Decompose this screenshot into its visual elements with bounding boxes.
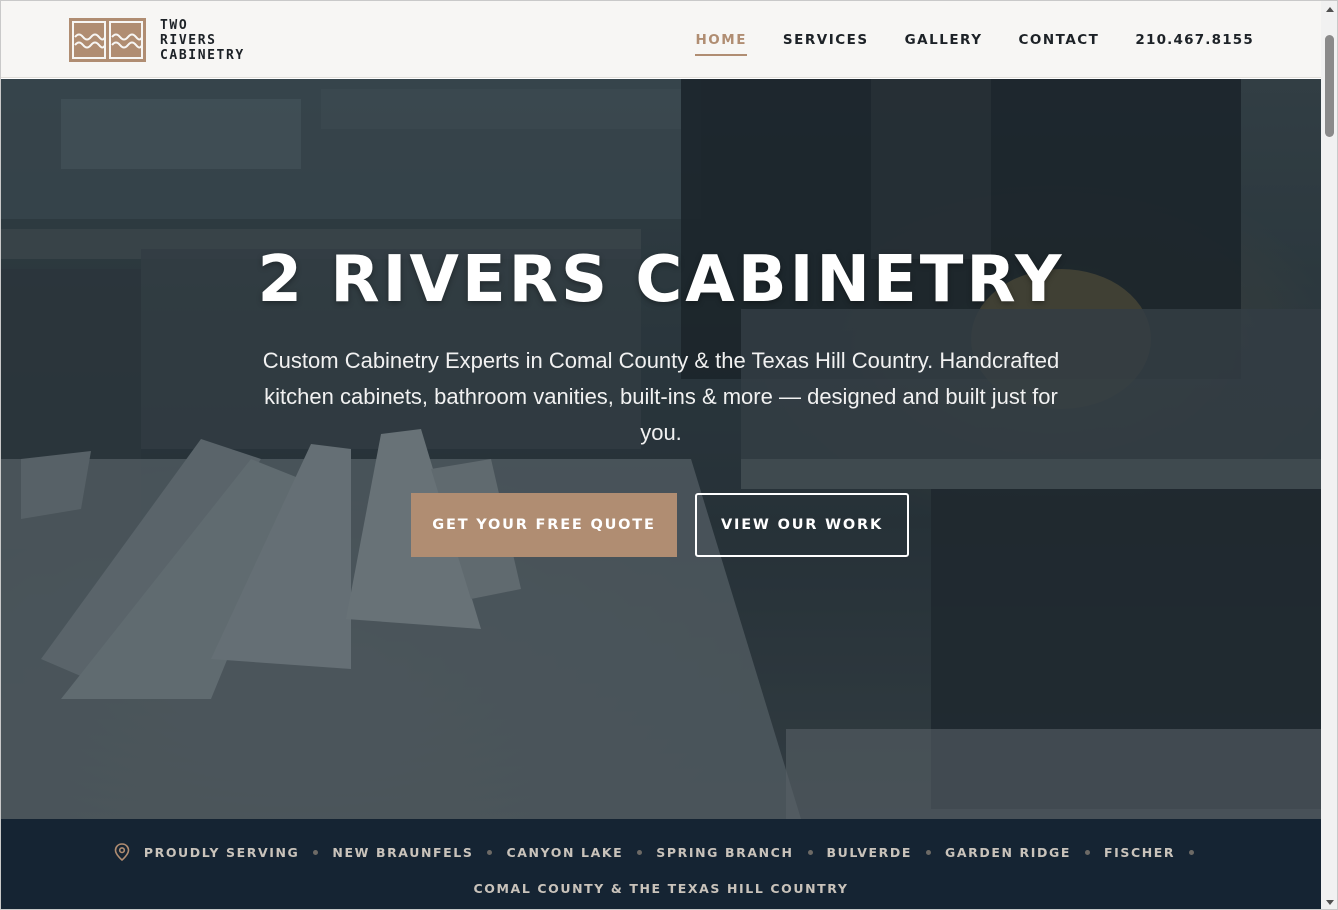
separator-dot [807,849,813,855]
scroll-up-arrow-icon[interactable] [1326,7,1334,12]
nav-link-phone[interactable]: 210.467.8155 [1135,30,1254,56]
site-logo[interactable]: TWO RIVERS CABINETRY [68,17,245,63]
separator-dot [313,849,319,855]
separator-dot [1084,849,1090,855]
logo-wordmark: TWO RIVERS CABINETRY [160,18,245,63]
service-city: GARDEN RIDGE [945,844,1071,860]
vertical-scrollbar[interactable] [1321,1,1337,909]
browser-viewport: TWO RIVERS CABINETRY HOME SERVICES GALLE… [0,0,1338,910]
view-work-button[interactable]: VIEW OUR WORK [695,493,909,557]
service-area-bar: PROUDLY SERVING NEW BRAUNFELS CANYON LAK… [1,819,1321,909]
separator-dot [926,849,932,855]
separator-dot [1189,849,1195,855]
free-quote-button[interactable]: GET YOUR FREE QUOTE [411,493,677,557]
nav-link-contact[interactable]: CONTACT [1018,30,1099,56]
scroll-down-arrow-icon[interactable] [1326,900,1334,905]
logo-line: CABINETRY [160,47,245,63]
service-city: FISCHER [1103,844,1176,860]
two-rivers-wave-logo-icon [68,17,147,63]
service-city: CANYON LAKE [506,844,624,860]
site-header: TWO RIVERS CABINETRY HOME SERVICES GALLE… [1,1,1321,78]
hero-subtitle: Custom Cabinetry Experts in Comal County… [262,348,1060,445]
service-city: BULVERDE [826,844,913,860]
hero-title: 2 RIVERS CABINETRY [257,243,1065,317]
service-area-lead: PROUDLY SERVING [143,844,300,860]
nav-link-gallery[interactable]: GALLERY [905,30,983,56]
logo-line: TWO [160,17,189,33]
service-region: COMAL COUNTY & THE TEXAS HILL COUNTRY [473,881,849,896]
separator-dot [487,849,493,855]
logo-line: RIVERS [160,32,217,48]
service-city: SPRING BRANCH [656,844,794,860]
nav-link-services[interactable]: SERVICES [783,30,869,56]
service-city: NEW BRAUNFELS [332,844,474,860]
main-nav: HOME SERVICES GALLERY CONTACT 210.467.81… [659,30,1254,56]
scroll-thumb[interactable] [1325,35,1334,137]
map-pin-icon [114,843,130,862]
nav-link-home[interactable]: HOME [695,30,748,56]
hero-section: 2 RIVERS CABINETRY Custom Cabinetry Expe… [1,79,1321,819]
service-area-list: PROUDLY SERVING NEW BRAUNFELS CANYON LAK… [1,843,1321,862]
separator-dot [637,849,643,855]
